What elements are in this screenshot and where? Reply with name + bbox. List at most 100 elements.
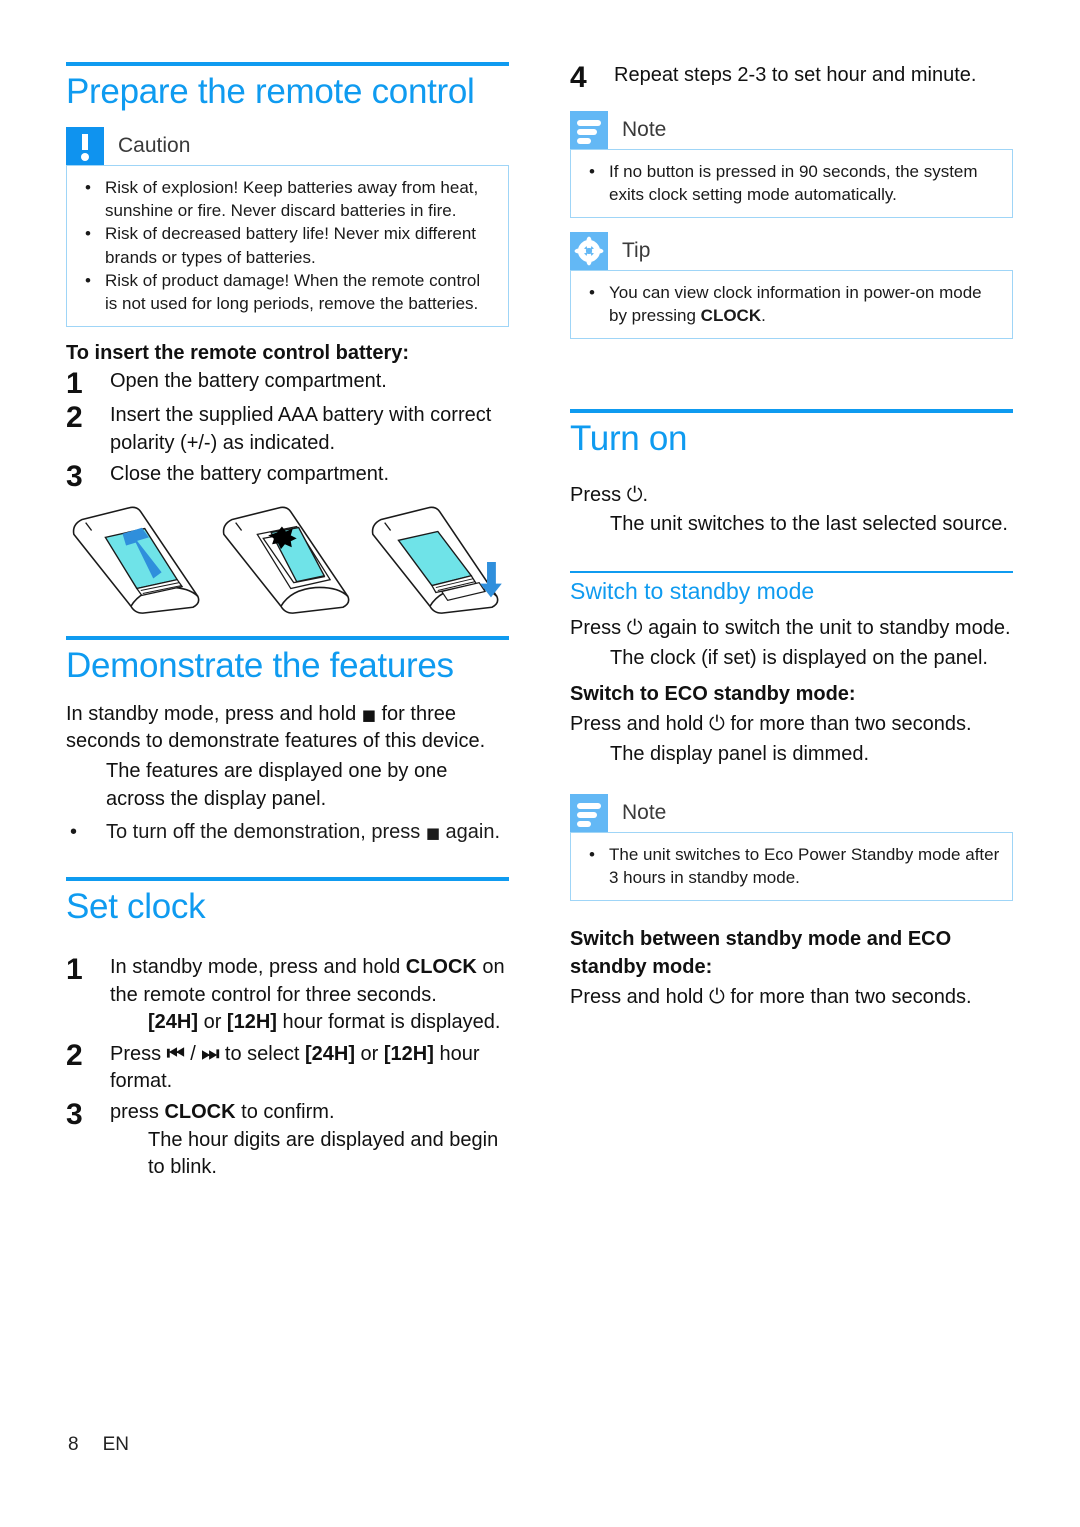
- step-open-compartment: 1 Open the battery compartment.: [66, 368, 509, 399]
- bullet-dot: •: [70, 821, 78, 844]
- step-text: Repeat steps 2-3 to set hour and minute.: [614, 64, 977, 86]
- bullet-dot: •: [85, 224, 91, 244]
- step-text: Close the battery compartment.: [110, 462, 390, 485]
- tip-callout-clock-info: Tip • You can view clock information in …: [570, 232, 1013, 340]
- bullet-dot: •: [589, 845, 595, 865]
- step-set-clock-1: 1 In standby mode, press and hold CLOCK …: [66, 954, 509, 1037]
- left-column: Prepare the remote control Caution • Ris…: [66, 62, 509, 1185]
- step-number: 2: [66, 401, 83, 435]
- power-icon: ⏻: [626, 615, 643, 640]
- list-item: • To turn off the demonstration, press ■…: [66, 819, 509, 847]
- tip-item-text: You can view clock information in power-…: [609, 281, 1000, 327]
- list-item: • Risk of explosion! Keep batteries away…: [79, 176, 496, 222]
- rule-set-clock: [66, 876, 509, 881]
- note-lines-icon: [570, 794, 608, 833]
- right-column: 4 Repeat steps 2-3 to set hour and minut…: [570, 62, 1013, 1013]
- eco-standby-heading: Switch to ECO standby mode:: [570, 683, 856, 706]
- step-text: press CLOCK to confirm. The hour digits …: [110, 1099, 509, 1182]
- step-number: 4: [570, 61, 587, 94]
- rule-prepare-remote: [66, 62, 509, 66]
- step-text-after1: to select: [219, 1042, 305, 1065]
- bullet-dot: •: [589, 162, 595, 181]
- step-text: Open the battery compartment.: [110, 370, 387, 393]
- step-text-before: In standby mode, press and hold: [110, 955, 406, 978]
- turn-on-result: The unit switches to the last selected s…: [610, 513, 1008, 536]
- demonstrate-bullet-before: To turn off the demonstration, press: [106, 821, 426, 844]
- demonstrate-result: The features are displayed one by one ac…: [106, 760, 448, 810]
- power-icon: ⏻: [626, 481, 643, 506]
- remote-insert-battery-illustration: [222, 506, 350, 614]
- exclamation-icon: [66, 127, 104, 166]
- step-insert-battery: 2 Insert the supplied AAA battery with c…: [66, 402, 509, 457]
- list-item: • You can view clock information in powe…: [583, 281, 1000, 327]
- note-callout-header: Note: [570, 794, 1013, 833]
- step-number: 2: [66, 1038, 83, 1072]
- eco-press-before: Press and hold: [570, 713, 709, 736]
- eco-press-after: for more than two seconds.: [724, 713, 972, 736]
- tip-item-after: .: [761, 306, 766, 326]
- list-item: • If no button is pressed in 90 seconds,…: [583, 160, 1000, 206]
- step-result: The hour digits are displayed and begin …: [148, 1128, 499, 1179]
- format-24h-label: [24H]: [148, 1011, 199, 1034]
- standby-result: The clock (if set) is displayed on the p…: [610, 646, 988, 669]
- step-text-after2: or: [354, 1042, 384, 1065]
- demonstrate-bullet-text: To turn off the demonstration, press ■ a…: [106, 819, 509, 847]
- step-result: [24H] or [12H] hour format is displayed.: [110, 1009, 509, 1037]
- bullet-dot: •: [85, 178, 91, 198]
- skip-forward-icon: ⏭: [201, 1040, 220, 1065]
- stop-square-icon: ■: [425, 824, 440, 843]
- step-number: 3: [66, 1097, 83, 1131]
- step-text: Insert the supplied AAA battery with cor…: [110, 404, 492, 455]
- caution-item-text: Risk of explosion! Keep batteries away f…: [105, 178, 479, 221]
- insert-battery-lead: To insert the remote control battery:: [66, 341, 410, 364]
- tip-callout-body: • You can view clock information in powe…: [570, 270, 1013, 340]
- page-footer: 8 EN: [68, 1434, 129, 1456]
- caution-callout: Caution • Risk of explosion! Keep batter…: [66, 127, 509, 327]
- switch-between-before: Press and hold: [570, 985, 709, 1008]
- skip-backward-icon: ⏮: [166, 1040, 185, 1065]
- step-close-compartment: 3 Close the battery compartment.: [66, 461, 509, 492]
- clock-button-label: CLOCK: [405, 955, 477, 978]
- result-mid: or: [198, 1011, 227, 1034]
- turn-on-press-before: Press: [570, 483, 627, 506]
- note-item-text: If no button is pressed in 90 seconds, t…: [609, 162, 978, 205]
- step-text: Press ⏮ / ⏭ to select [24H] or [12H] hou…: [110, 1040, 509, 1096]
- caution-item-text: Risk of product damage! When the remote …: [105, 270, 481, 313]
- sub-title-switch-standby: Switch to standby mode: [570, 577, 815, 604]
- switch-between-after: for more than two seconds.: [724, 985, 972, 1008]
- page-number: 8: [68, 1434, 79, 1455]
- result-after: hour format is displayed.: [276, 1011, 501, 1034]
- step-text-before: press: [110, 1100, 165, 1123]
- tip-item-before: You can view clock information in power-…: [609, 283, 982, 326]
- page-language: EN: [102, 1434, 129, 1455]
- clock-button-label: CLOCK: [700, 306, 762, 326]
- eco-standby-instruction: Press and hold ⏻ for more than two secon…: [570, 710, 1013, 739]
- eco-standby-result: The display panel is dimmed.: [610, 742, 870, 765]
- format-24h-label: [24H]: [304, 1042, 355, 1065]
- step-set-clock-4: 4 Repeat steps 2-3 to set hour and minut…: [570, 62, 1013, 93]
- note-callout-label: Note: [622, 801, 667, 825]
- page-title-prepare-remote: Prepare the remote control: [66, 72, 475, 111]
- demonstrate-intro: In standby mode, press and hold ■ for th…: [66, 701, 509, 756]
- step-number: 3: [66, 459, 83, 493]
- step-text: In standby mode, press and hold CLOCK on…: [110, 954, 509, 1037]
- switch-between-heading-line2: standby mode:: [570, 956, 713, 979]
- caution-item-text: Risk of decreased battery life! Never mi…: [105, 224, 477, 267]
- format-12h-label: [12H]: [226, 1011, 277, 1034]
- switch-between-heading-line1: Switch between standby mode and ECO: [570, 928, 952, 951]
- note-callout-header: Note: [570, 111, 1013, 149]
- asterisk-icon: [570, 232, 608, 271]
- page-title-turn-on: Turn on: [570, 419, 688, 459]
- caution-callout-header: Caution: [66, 127, 509, 166]
- list-item: • Risk of product damage! When the remot…: [79, 269, 496, 315]
- clock-button-label: CLOCK: [164, 1100, 236, 1123]
- page-title-set-clock: Set clock: [66, 886, 206, 926]
- step-number: 1: [66, 367, 83, 401]
- remote-open-compartment-illustration: [72, 506, 200, 614]
- demonstrate-bullet-after: again.: [440, 821, 501, 844]
- standby-press-before: Press: [570, 617, 627, 640]
- standby-instruction: Press ⏻ again to switch the unit to stan…: [570, 614, 1013, 643]
- remote-close-compartment-illustration: [372, 506, 503, 614]
- tip-callout-header: Tip: [570, 232, 1013, 271]
- manual-page: Prepare the remote control Caution • Ris…: [0, 0, 1080, 1527]
